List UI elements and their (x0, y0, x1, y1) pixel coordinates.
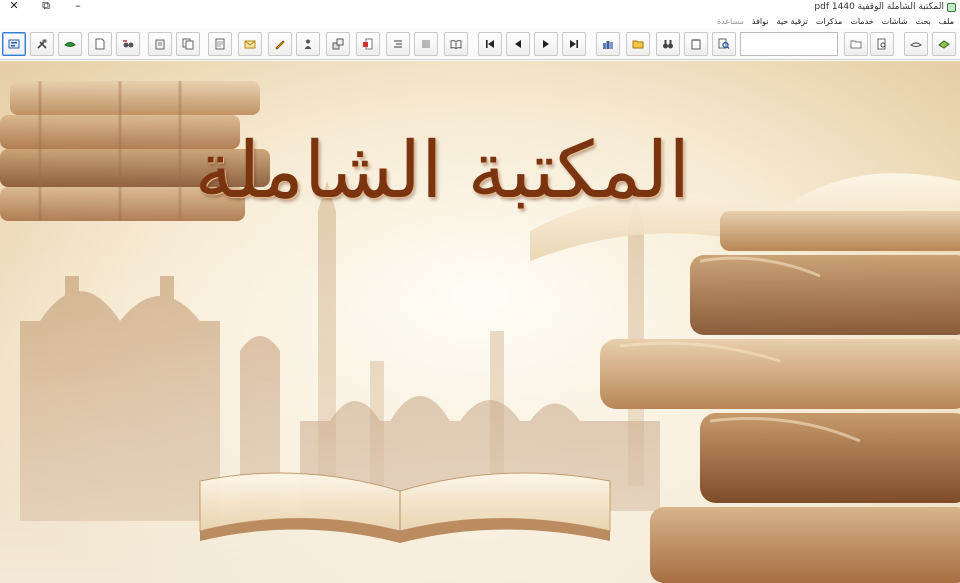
app-icon (947, 2, 956, 12)
restore-icon[interactable]: ⧉ (34, 0, 58, 14)
menu-windows[interactable]: نوافذ (748, 17, 773, 26)
window-title: المكتبة الشاملة الوقفية 1440 pdf (814, 2, 944, 12)
quran-button[interactable] (58, 32, 82, 56)
pdf-button[interactable] (356, 32, 380, 56)
toolbar (0, 28, 960, 60)
copy-button[interactable] (176, 32, 200, 56)
new-page-button[interactable] (88, 32, 112, 56)
archive-button[interactable] (326, 32, 350, 56)
close-book-button[interactable] (904, 32, 928, 56)
next-page-button[interactable] (534, 32, 558, 56)
menu-services[interactable]: خدمات (846, 17, 877, 26)
tools-button[interactable] (30, 32, 54, 56)
export-button[interactable] (116, 32, 140, 56)
open-folder-button[interactable] (626, 32, 650, 56)
menu-search[interactable]: بحث (912, 17, 935, 26)
menu-help[interactable]: مساعدة (713, 17, 748, 26)
library-books-button[interactable] (932, 32, 956, 56)
menu-notes[interactable]: مذكرات (812, 17, 846, 26)
closed-book-icon (910, 42, 922, 47)
menu-live-update[interactable]: ترقية حية (772, 17, 811, 26)
arrow-left-icon (515, 40, 521, 48)
document-print-icon (215, 38, 225, 50)
red-document-icon (363, 38, 373, 50)
screen-settings-button[interactable] (2, 32, 26, 56)
magnifier-page-icon (718, 38, 730, 49)
skip-first-icon (486, 40, 494, 48)
person-icon (304, 39, 312, 49)
minimize-icon[interactable]: – (66, 0, 90, 14)
mail-button[interactable] (238, 32, 262, 56)
welcome-banner: المكتبة الشاملة (0, 61, 960, 583)
binoculars-icon (663, 40, 673, 49)
search-binoculars-button[interactable] (656, 32, 680, 56)
last-page-button[interactable] (562, 32, 586, 56)
folder-open-icon (632, 40, 644, 49)
user-button[interactable] (296, 32, 320, 56)
pencil-icon (275, 40, 285, 50)
envelope-icon (244, 40, 256, 49)
binoculars-arrow-icon (123, 40, 134, 48)
close-icon[interactable]: ✕ (2, 0, 26, 14)
blank-page-icon (95, 38, 105, 50)
menu-screens[interactable]: شاشات (878, 17, 912, 26)
book-card-icon (155, 39, 165, 50)
copy-pages-icon (182, 38, 194, 50)
folder-icon (850, 40, 862, 49)
boxes-icon (332, 38, 344, 50)
list-icon (394, 40, 402, 48)
edit-button[interactable] (268, 32, 292, 56)
menu-file[interactable]: ملف (935, 17, 958, 26)
first-page-button[interactable] (478, 32, 502, 56)
skip-last-icon (570, 40, 578, 48)
advanced-search-button[interactable] (870, 32, 894, 56)
open-book-icon (450, 40, 462, 50)
banner-calligraphy-title: المكتبة الشاملة (194, 126, 691, 216)
document-search-icon (877, 38, 886, 50)
previous-page-button[interactable] (506, 32, 530, 56)
title-bar: ✕ ⧉ – المكتبة الشاملة الوقفية 1440 pdf (0, 0, 960, 14)
search-input[interactable] (740, 32, 838, 56)
window-title-group: المكتبة الشاملة الوقفية 1440 pdf (814, 1, 956, 13)
text-view-button[interactable] (414, 32, 438, 56)
arrow-right-icon (543, 40, 549, 48)
open-book-button[interactable] (444, 32, 468, 56)
bookshelf-icon (603, 41, 613, 49)
green-book-icon (64, 42, 76, 47)
text-lines-icon (422, 40, 430, 48)
index-button[interactable] (386, 32, 410, 56)
hammer-wrench-icon (37, 39, 47, 49)
search-page-button[interactable] (712, 32, 736, 56)
folder-search-button[interactable] (844, 32, 868, 56)
library-button[interactable] (596, 32, 620, 56)
print-button[interactable] (208, 32, 232, 56)
clipboard-button[interactable] (684, 32, 708, 56)
screen-settings-icon (8, 39, 20, 49)
menu-bar: ملف بحث شاشات خدمات مذكرات ترقية حية نوا… (0, 14, 960, 28)
clipboard-icon (691, 39, 701, 50)
green-books-icon (938, 40, 950, 49)
book-card-button[interactable] (148, 32, 172, 56)
